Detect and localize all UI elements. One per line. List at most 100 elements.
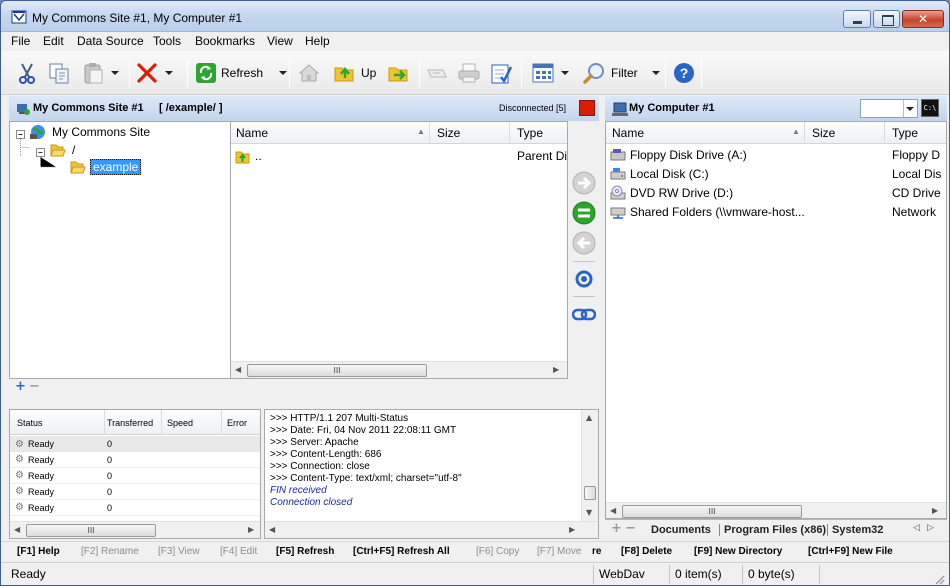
fkey-view[interactable]: [F3] View [158,546,200,557]
queue-col-transferred[interactable]: Transferred [107,418,153,428]
tree-node-example[interactable]: example [70,157,142,176]
queue-hscrollbar[interactable]: ◀ III ▶ [10,521,260,538]
drive-row-floppy[interactable]: Floppy Disk Drive (A:) Floppy D [610,145,946,164]
column-size[interactable]: Size [812,126,835,140]
queue-row[interactable]: ⚙ Ready 0 [10,452,260,468]
up-button[interactable]: Up [333,57,376,89]
network-drive-icon [610,207,626,219]
home-button[interactable] [297,57,321,89]
paste-dropdown-icon[interactable] [111,71,119,75]
transfer-right-icon[interactable] [572,171,596,195]
queue-row[interactable]: ⚙ Ready 0 [10,500,260,516]
menu-view[interactable]: View [267,34,293,48]
transfer-left-icon[interactable] [572,231,596,255]
refresh-dropdown-icon[interactable] [279,71,288,75]
drive-row-shared[interactable]: Shared Folders (\\vmware-host... Network [610,202,946,221]
status-bar: Ready WebDav 0 item(s) 0 byte(s) [1,562,949,585]
cut-button[interactable] [15,57,39,89]
fkey-new-file[interactable]: [Ctrl+F9] New File [808,546,893,557]
delete-dropdown-icon[interactable] [165,71,173,75]
rename-button[interactable] [425,57,449,89]
link-icon[interactable] [572,307,596,323]
fkey-delete[interactable]: [F8] Delete [621,546,672,557]
remove-tab-icon[interactable]: − [625,521,636,536]
tab-program-files[interactable]: Program Files (x86) [719,524,826,536]
minimize-button[interactable] [843,10,871,28]
tab-system32[interactable]: System32 [827,524,883,536]
queue-transferred: 0 [107,454,113,465]
help-button[interactable]: ? [673,57,695,89]
remove-icon[interactable]: − [29,379,40,394]
add-icon[interactable]: + [15,379,26,394]
fkey-copy[interactable]: [F6] Copy [476,546,519,557]
log-panel: >>> HTTP/1.1 207 Multi-Status >>> Date: … [264,409,599,539]
delete-button[interactable] [135,57,173,89]
queue-row[interactable]: ⚙ Ready 0 [10,468,260,484]
sync-icon[interactable] [574,269,594,289]
view-mode-dropdown-icon[interactable] [561,71,569,75]
queue-col-error[interactable]: Error [227,418,247,428]
paste-button[interactable] [81,57,119,89]
fkey-clipped[interactable]: re [592,546,601,557]
go-folder-button[interactable] [387,57,411,89]
fkey-new-directory[interactable]: [F9] New Directory [694,546,782,557]
file-row-parent[interactable]: .. Parent Di [235,146,567,165]
menu-edit[interactable]: Edit [43,34,64,48]
command-prompt-icon[interactable]: C:\ [921,99,939,117]
menu-bookmarks[interactable]: Bookmarks [195,34,255,48]
drive-row-dvd[interactable]: DVD RW Drive (D:) CD Drive [610,183,946,202]
drive-row-local[interactable]: Local Disk (C:) Local Dis [610,164,946,183]
sync-equal-icon[interactable] [572,201,596,225]
log-vscrollbar[interactable]: ▲ ▼ [581,410,598,521]
disconnect-button[interactable] [579,100,595,116]
log-hscrollbar[interactable]: ◀ ▶ [265,521,598,538]
copy-button[interactable] [47,57,71,89]
menu-file[interactable]: File [11,34,30,48]
local-hscrollbar[interactable]: ◀ III ▶ [606,502,946,518]
queue-row[interactable]: ⚙ Ready 0 [10,436,260,452]
filter-dropdown-icon[interactable] [651,71,660,75]
column-name[interactable]: Name [612,126,644,140]
gear-icon: ⚙ [15,470,24,481]
refresh-button[interactable]: Refresh [195,57,288,89]
refresh-icon [196,63,216,83]
tab-scroll-left-icon[interactable]: ◁ [913,523,920,533]
fkey-refresh-all[interactable]: [Ctrl+F5] Refresh All [353,546,450,557]
column-type[interactable]: Type [517,126,543,140]
log-line: >>> Server: Apache [270,437,359,448]
resize-grip-icon[interactable] [933,573,945,585]
queue-transferred: 0 [107,439,113,449]
menu-tools[interactable]: Tools [153,34,181,48]
drive-name: Shared Folders (\\vmware-host... [630,204,805,219]
tab-documents[interactable]: Documents [651,524,711,536]
close-button[interactable]: ✕ [902,10,944,28]
menu-help[interactable]: Help [305,34,330,48]
fkey-refresh[interactable]: [F5] Refresh [276,546,334,557]
tab-scroll-right-icon[interactable]: ▷ [927,523,934,533]
status-item-count: 0 item(s) [675,567,722,581]
filter-button[interactable]: Filter [583,57,660,89]
clipboard-icon [84,63,103,84]
tree-node-site[interactable]: My Commons Site [30,122,150,141]
remote-hscrollbar[interactable]: ◀ III ▶ [231,361,567,378]
properties-button[interactable] [489,57,513,89]
sort-up-icon: ▲ [417,127,425,136]
menu-data-source[interactable]: Data Source [77,34,144,48]
add-tab-icon[interactable]: + [611,521,622,536]
column-type[interactable]: Type [892,126,918,140]
fkey-move[interactable]: [F7] Move [537,546,581,557]
drive-name: Floppy Disk Drive (A:) [630,147,747,162]
fkey-edit[interactable]: [F4] Edit [220,546,257,557]
globe-icon [30,124,45,139]
fkey-help[interactable]: [F1] Help [17,546,60,557]
view-mode-button[interactable] [531,57,569,89]
queue-col-status[interactable]: Status [17,418,43,428]
maximize-button[interactable] [873,10,900,28]
print-button[interactable] [457,57,481,89]
queue-col-speed[interactable]: Speed [167,418,193,428]
queue-row[interactable]: ⚙ Ready 0 [10,484,260,500]
drive-select[interactable] [860,99,918,118]
fkey-rename[interactable]: [F2] Rename [81,546,139,557]
column-size[interactable]: Size [437,126,460,140]
column-name[interactable]: Name [236,126,268,140]
